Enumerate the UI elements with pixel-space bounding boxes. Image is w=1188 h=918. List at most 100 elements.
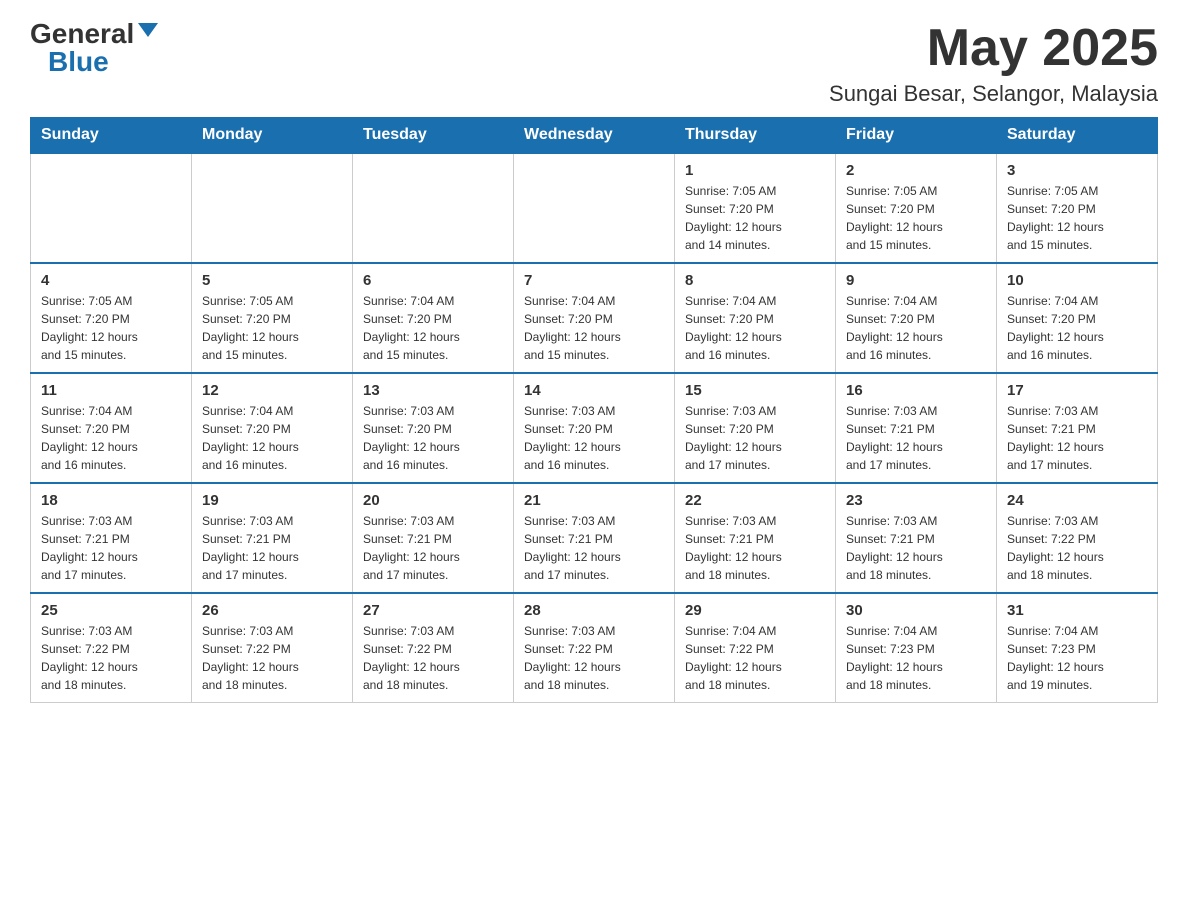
calendar-cell: 13 Sunrise: 7:03 AMSunset: 7:20 PMDayligh… (353, 373, 514, 483)
day-number: 25 (41, 602, 181, 619)
day-number: 13 (363, 382, 503, 399)
day-info: Sunrise: 7:03 AMSunset: 7:20 PMDaylight:… (363, 402, 503, 474)
day-info: Sunrise: 7:04 AMSunset: 7:22 PMDaylight:… (685, 622, 825, 694)
day-info: Sunrise: 7:03 AMSunset: 7:21 PMDaylight:… (685, 512, 825, 584)
page-header: General Blue May 2025 Sungai Besar, Sela… (30, 20, 1158, 107)
day-info: Sunrise: 7:04 AMSunset: 7:20 PMDaylight:… (202, 402, 342, 474)
calendar-cell: 6 Sunrise: 7:04 AMSunset: 7:20 PMDaylight… (353, 263, 514, 373)
location-title: Sungai Besar, Selangor, Malaysia (829, 81, 1158, 107)
logo-triangle-icon (138, 23, 158, 37)
calendar-cell: 27 Sunrise: 7:03 AMSunset: 7:22 PMDayligh… (353, 593, 514, 703)
calendar-cell (514, 153, 675, 263)
day-number: 27 (363, 602, 503, 619)
calendar-cell: 19 Sunrise: 7:03 AMSunset: 7:21 PMDayligh… (192, 483, 353, 593)
day-info: Sunrise: 7:04 AMSunset: 7:20 PMDaylight:… (685, 292, 825, 364)
day-number: 2 (846, 162, 986, 179)
day-number: 9 (846, 272, 986, 289)
calendar-header-saturday: Saturday (997, 118, 1158, 154)
day-number: 31 (1007, 602, 1147, 619)
calendar-cell (192, 153, 353, 263)
calendar-header-monday: Monday (192, 118, 353, 154)
calendar-cell: 10 Sunrise: 7:04 AMSunset: 7:20 PMDayligh… (997, 263, 1158, 373)
day-info: Sunrise: 7:03 AMSunset: 7:21 PMDaylight:… (846, 512, 986, 584)
day-info: Sunrise: 7:04 AMSunset: 7:20 PMDaylight:… (41, 402, 181, 474)
calendar-header-wednesday: Wednesday (514, 118, 675, 154)
day-info: Sunrise: 7:04 AMSunset: 7:20 PMDaylight:… (1007, 292, 1147, 364)
day-number: 3 (1007, 162, 1147, 179)
title-section: May 2025 Sungai Besar, Selangor, Malaysi… (829, 20, 1158, 107)
day-info: Sunrise: 7:04 AMSunset: 7:20 PMDaylight:… (524, 292, 664, 364)
calendar-cell: 18 Sunrise: 7:03 AMSunset: 7:21 PMDayligh… (31, 483, 192, 593)
day-number: 26 (202, 602, 342, 619)
logo-blue-text: Blue (48, 48, 109, 76)
calendar-cell: 12 Sunrise: 7:04 AMSunset: 7:20 PMDayligh… (192, 373, 353, 483)
day-info: Sunrise: 7:03 AMSunset: 7:21 PMDaylight:… (202, 512, 342, 584)
calendar-cell: 23Sunrise: 7:03 AMSunset: 7:21 PMDayligh… (836, 483, 997, 593)
day-info: Sunrise: 7:04 AMSunset: 7:23 PMDaylight:… (1007, 622, 1147, 694)
week-row-1: 1 Sunrise: 7:05 AMSunset: 7:20 PMDaylight… (31, 153, 1158, 263)
day-number: 5 (202, 272, 342, 289)
day-number: 21 (524, 492, 664, 509)
calendar-cell: 29 Sunrise: 7:04 AMSunset: 7:22 PMDayligh… (675, 593, 836, 703)
calendar-cell: 7 Sunrise: 7:04 AMSunset: 7:20 PMDaylight… (514, 263, 675, 373)
calendar-header-row: SundayMondayTuesdayWednesdayThursdayFrid… (31, 118, 1158, 154)
day-number: 30 (846, 602, 986, 619)
calendar-header-thursday: Thursday (675, 118, 836, 154)
calendar-cell: 17Sunrise: 7:03 AMSunset: 7:21 PMDayligh… (997, 373, 1158, 483)
day-info: Sunrise: 7:03 AMSunset: 7:21 PMDaylight:… (1007, 402, 1147, 474)
day-number: 18 (41, 492, 181, 509)
calendar-cell: 25 Sunrise: 7:03 AMSunset: 7:22 PMDayligh… (31, 593, 192, 703)
calendar-cell: 4Sunrise: 7:05 AMSunset: 7:20 PMDaylight… (31, 263, 192, 373)
day-info: Sunrise: 7:03 AMSunset: 7:22 PMDaylight:… (363, 622, 503, 694)
day-number: 10 (1007, 272, 1147, 289)
day-number: 4 (41, 272, 181, 289)
calendar-cell: 5 Sunrise: 7:05 AMSunset: 7:20 PMDaylight… (192, 263, 353, 373)
day-number: 22 (685, 492, 825, 509)
calendar-cell: 8 Sunrise: 7:04 AMSunset: 7:20 PMDaylight… (675, 263, 836, 373)
day-info: Sunrise: 7:05 AMSunset: 7:20 PMDaylight:… (1007, 182, 1147, 254)
calendar-cell: 28Sunrise: 7:03 AMSunset: 7:22 PMDayligh… (514, 593, 675, 703)
calendar-cell: 15Sunrise: 7:03 AMSunset: 7:20 PMDayligh… (675, 373, 836, 483)
calendar-cell: 31 Sunrise: 7:04 AMSunset: 7:23 PMDayligh… (997, 593, 1158, 703)
day-info: Sunrise: 7:03 AMSunset: 7:22 PMDaylight:… (41, 622, 181, 694)
calendar-cell: 16 Sunrise: 7:03 AMSunset: 7:21 PMDayligh… (836, 373, 997, 483)
week-row-2: 4 Sunrise: 7:05 AMSunset: 7:20 PMDaylight… (31, 263, 1158, 373)
day-info: Sunrise: 7:03 AMSunset: 7:22 PMDaylight:… (1007, 512, 1147, 584)
calendar-table: SundayMondayTuesdayWednesdayThursdayFrid… (30, 117, 1158, 703)
calendar-header-friday: Friday (836, 118, 997, 154)
day-number: 29 (685, 602, 825, 619)
day-info: Sunrise: 7:03 AMSunset: 7:21 PMDaylight:… (363, 512, 503, 584)
day-number: 1 (685, 162, 825, 179)
day-info: Sunrise: 7:05 AMSunset: 7:20 PMDaylight:… (202, 292, 342, 364)
day-info: Sunrise: 7:03 AMSunset: 7:20 PMDaylight:… (685, 402, 825, 474)
day-info: Sunrise: 7:03 AMSunset: 7:20 PMDaylight:… (524, 402, 664, 474)
calendar-header-tuesday: Tuesday (353, 118, 514, 154)
calendar-cell: 14Sunrise: 7:03 AMSunset: 7:20 PMDayligh… (514, 373, 675, 483)
calendar-cell: 11Sunrise: 7:04 AMSunset: 7:20 PMDayligh… (31, 373, 192, 483)
day-info: Sunrise: 7:04 AMSunset: 7:20 PMDaylight:… (363, 292, 503, 364)
day-number: 28 (524, 602, 664, 619)
day-info: Sunrise: 7:03 AMSunset: 7:21 PMDaylight:… (846, 402, 986, 474)
calendar-cell: 24 Sunrise: 7:03 AMSunset: 7:22 PMDayligh… (997, 483, 1158, 593)
day-number: 7 (524, 272, 664, 289)
logo-general-text: General (30, 20, 134, 48)
calendar-cell (353, 153, 514, 263)
week-row-3: 11Sunrise: 7:04 AMSunset: 7:20 PMDayligh… (31, 373, 1158, 483)
day-info: Sunrise: 7:03 AMSunset: 7:21 PMDaylight:… (41, 512, 181, 584)
calendar-cell: 20Sunrise: 7:03 AMSunset: 7:21 PMDayligh… (353, 483, 514, 593)
day-number: 24 (1007, 492, 1147, 509)
calendar-cell: 1 Sunrise: 7:05 AMSunset: 7:20 PMDaylight… (675, 153, 836, 263)
day-number: 8 (685, 272, 825, 289)
day-number: 6 (363, 272, 503, 289)
day-info: Sunrise: 7:04 AMSunset: 7:23 PMDaylight:… (846, 622, 986, 694)
day-number: 16 (846, 382, 986, 399)
day-number: 19 (202, 492, 342, 509)
day-info: Sunrise: 7:03 AMSunset: 7:21 PMDaylight:… (524, 512, 664, 584)
day-info: Sunrise: 7:05 AMSunset: 7:20 PMDaylight:… (846, 182, 986, 254)
calendar-header-sunday: Sunday (31, 118, 192, 154)
day-number: 12 (202, 382, 342, 399)
day-info: Sunrise: 7:05 AMSunset: 7:20 PMDaylight:… (685, 182, 825, 254)
calendar-cell: 3 Sunrise: 7:05 AMSunset: 7:20 PMDaylight… (997, 153, 1158, 263)
calendar-cell: 9Sunrise: 7:04 AMSunset: 7:20 PMDaylight… (836, 263, 997, 373)
week-row-5: 25 Sunrise: 7:03 AMSunset: 7:22 PMDayligh… (31, 593, 1158, 703)
